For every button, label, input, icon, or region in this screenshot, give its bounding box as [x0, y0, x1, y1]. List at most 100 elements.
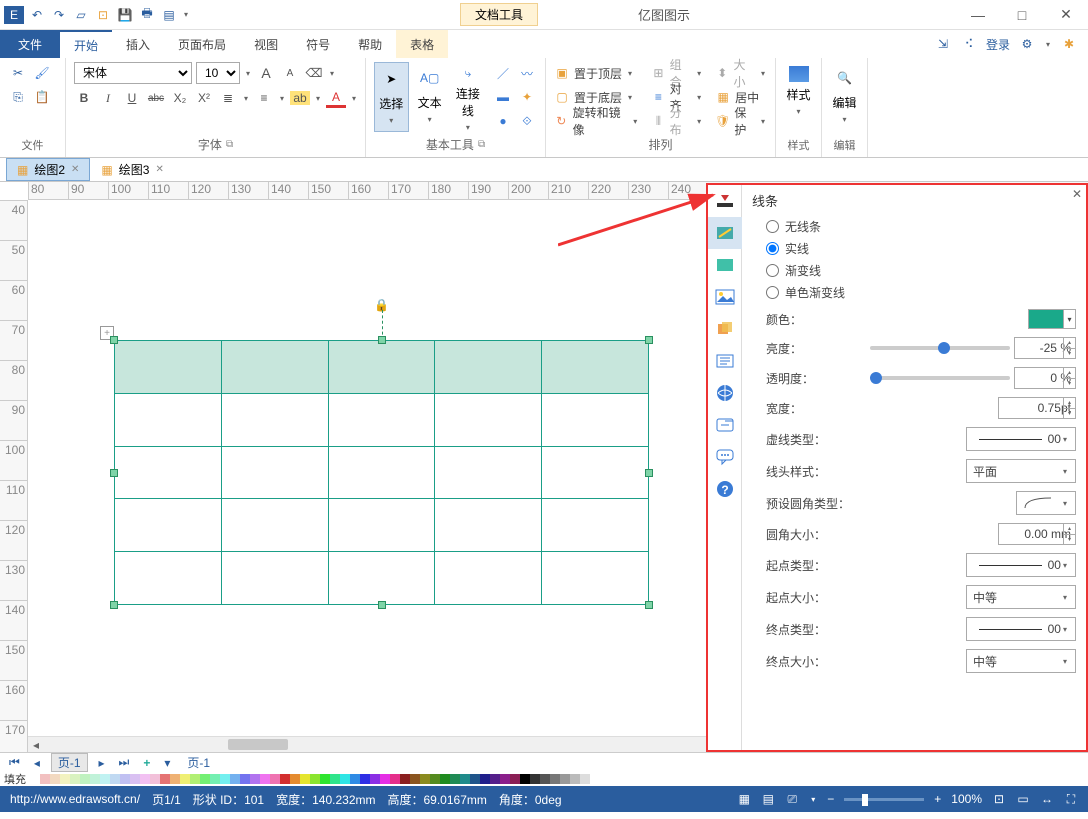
color-swatch[interactable]	[400, 774, 410, 784]
color-swatch[interactable]	[160, 774, 170, 784]
rect-shape-icon[interactable]: ▬	[493, 87, 513, 107]
crop-shape-icon[interactable]: ⟐	[517, 111, 537, 131]
undo-icon[interactable]: ↶	[28, 6, 46, 24]
font-color-icon[interactable]: A	[326, 88, 346, 108]
select-tool[interactable]: ➤选择▾	[374, 62, 409, 132]
color-swatch[interactable]	[190, 774, 200, 784]
view-mode-2-icon[interactable]: ▤	[761, 792, 775, 806]
style-button[interactable]: 样式▾	[784, 62, 813, 132]
file-tab[interactable]: 文件	[0, 30, 60, 58]
fullscreen-icon[interactable]: ⛶	[1064, 792, 1078, 806]
resize-handle-nw[interactable]	[110, 336, 118, 344]
color-swatch[interactable]	[180, 774, 190, 784]
tab-table[interactable]: 表格	[396, 30, 448, 58]
color-swatch[interactable]	[90, 774, 100, 784]
format-painter-icon[interactable]: 🖌	[32, 63, 52, 83]
font-dialog-launcher[interactable]: ⧉	[226, 139, 233, 150]
ellipse-shape-icon[interactable]: ●	[493, 111, 513, 131]
close-button[interactable]: ✕	[1044, 1, 1088, 29]
page-last-icon[interactable]: ⏭	[116, 755, 133, 770]
color-swatch[interactable]	[490, 774, 500, 784]
qat-more[interactable]: ▾	[182, 10, 190, 19]
color-swatch[interactable]	[170, 774, 180, 784]
color-swatch[interactable]	[570, 774, 580, 784]
copy-icon[interactable]: ⎘	[8, 87, 28, 107]
color-swatch[interactable]	[110, 774, 120, 784]
color-swatch[interactable]	[70, 774, 80, 784]
color-swatch[interactable]	[390, 774, 400, 784]
comment-tab-icon[interactable]	[708, 441, 742, 473]
dash-dropdown[interactable]: 00▾	[966, 427, 1076, 451]
color-swatch[interactable]	[530, 774, 540, 784]
color-swatch[interactable]	[370, 774, 380, 784]
color-swatch[interactable]	[350, 774, 360, 784]
close-icon[interactable]: ✕	[155, 164, 163, 175]
fill-tab-icon[interactable]	[708, 185, 742, 217]
table-grid[interactable]	[114, 340, 649, 605]
share-icon[interactable]: ⠪	[960, 35, 978, 53]
color-swatch[interactable]	[550, 774, 560, 784]
resize-handle-ne[interactable]	[645, 336, 653, 344]
view-mode-3-icon[interactable]: ⎚	[785, 792, 799, 806]
radio-no-line[interactable]: 无线条	[766, 218, 1076, 235]
help-tab-icon[interactable]: ?	[708, 473, 742, 505]
line-tab-icon[interactable]	[708, 217, 742, 249]
underline-button[interactable]: U	[122, 88, 142, 108]
resize-handle-s[interactable]	[378, 601, 386, 609]
color-swatch[interactable]	[230, 774, 240, 784]
font-name-combo[interactable]: 宋体	[74, 62, 192, 84]
color-swatch[interactable]	[130, 774, 140, 784]
color-swatch[interactable]	[300, 774, 310, 784]
login-link[interactable]: 登录	[986, 36, 1010, 53]
width-spinner[interactable]: 0.75pt▴▾	[998, 397, 1076, 419]
corner-preset-dropdown[interactable]: ▾	[1016, 491, 1076, 515]
tab-symbol[interactable]: 符号	[292, 30, 344, 58]
page-prev-icon[interactable]: ◂	[31, 756, 43, 770]
resize-handle-e[interactable]	[645, 469, 653, 477]
rotate-button[interactable]: ↻旋转和镜像▾	[554, 110, 639, 132]
paste-icon[interactable]: 📋	[32, 87, 52, 107]
hyperlink-tab-icon[interactable]	[708, 377, 742, 409]
color-swatch[interactable]	[270, 774, 280, 784]
tab-insert[interactable]: 插入	[112, 30, 164, 58]
line-spacing-icon[interactable]: ≣	[218, 88, 238, 108]
color-swatch[interactable]	[590, 774, 600, 784]
tab-start[interactable]: 开始	[60, 30, 112, 58]
clear-format-icon[interactable]: ⌫	[304, 63, 324, 83]
highlight-icon[interactable]: ab	[290, 91, 310, 105]
view-mode-1-icon[interactable]: ▦	[737, 792, 751, 806]
color-swatch[interactable]	[520, 774, 530, 784]
color-swatch[interactable]	[310, 774, 320, 784]
color-swatch[interactable]	[450, 774, 460, 784]
bring-front-button[interactable]: ▣置于顶层▾	[554, 62, 639, 84]
color-swatch[interactable]	[430, 774, 440, 784]
color-swatch[interactable]	[470, 774, 480, 784]
line-color-picker[interactable]: ▾	[1028, 309, 1076, 329]
color-swatch[interactable]	[100, 774, 110, 784]
print-icon[interactable]: 🖶	[138, 6, 156, 24]
size-button[interactable]: ⬍大小▾	[715, 62, 767, 84]
opacity-spinner[interactable]: 0 %▴▾	[1014, 367, 1076, 389]
color-swatch[interactable]	[540, 774, 550, 784]
distribute-button[interactable]: ⫴分布▾	[651, 110, 703, 132]
scroll-thumb[interactable]	[228, 739, 288, 750]
corner-spinner[interactable]: 0.00 mm▴▾	[998, 523, 1076, 545]
maximize-button[interactable]: □	[1000, 1, 1044, 29]
panel-close-icon[interactable]: ✕	[1072, 187, 1082, 201]
new-icon[interactable]: ▱	[72, 6, 90, 24]
grow-font-icon[interactable]: A	[256, 63, 276, 83]
save-icon[interactable]: 💾	[116, 6, 134, 24]
color-swatch[interactable]	[510, 774, 520, 784]
color-swatch[interactable]	[80, 774, 90, 784]
brightness-slider[interactable]	[870, 346, 1010, 350]
end-type-dropdown[interactable]: 00▾	[966, 617, 1076, 641]
close-icon[interactable]: ✕	[71, 164, 79, 175]
minimize-button[interactable]: —	[956, 1, 1000, 29]
connector-tool[interactable]: ⤷连接线▾	[451, 62, 485, 132]
subscript-icon[interactable]: X₂	[170, 88, 190, 108]
layer-tab-icon[interactable]	[708, 313, 742, 345]
bullets-icon[interactable]: ≡	[254, 88, 274, 108]
color-swatch[interactable]	[50, 774, 60, 784]
radio-gradient-line[interactable]: 渐变线	[766, 262, 1076, 279]
zoom-out-button[interactable]: −	[827, 792, 834, 806]
